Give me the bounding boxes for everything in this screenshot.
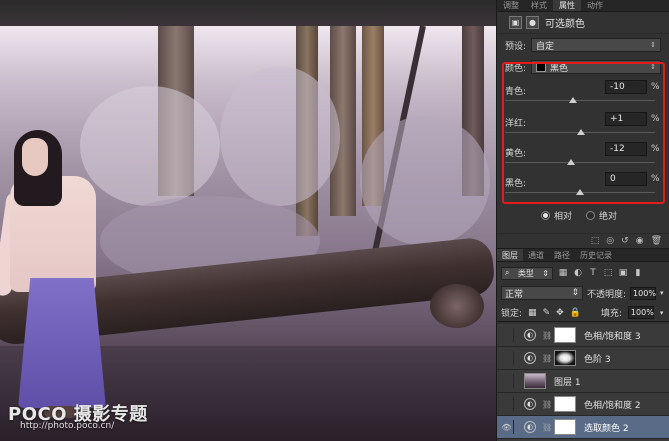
eye-icon[interactable]: 👁 xyxy=(500,420,514,434)
preset-row: 预设: 自定 ⇕ xyxy=(497,34,669,56)
watermark-url: http://photo.poco.cn/ xyxy=(20,421,115,431)
type-filter-icon[interactable]: T xyxy=(588,268,598,278)
layer-row[interactable]: ◐ ⛓ 色相/饱和度 3 xyxy=(497,324,669,347)
trash-icon[interactable]: 🗑 xyxy=(651,236,662,246)
eye-icon[interactable] xyxy=(500,351,514,365)
layer-filter-row: ⌕ 类型 ⇕ ▦ ◐ T ⬚ ▣ ▮ xyxy=(497,264,669,282)
canvas-top-strip xyxy=(0,0,496,26)
chevron-down-icon[interactable]: ▾ xyxy=(660,309,664,317)
blend-row: 正常 ⇕ 不透明度: 100% ▾ xyxy=(497,284,669,302)
reset-icon[interactable]: ↺ xyxy=(621,236,629,246)
opacity-input[interactable]: 100% xyxy=(630,286,657,300)
radio-relative[interactable]: 相对 xyxy=(541,209,572,222)
tab-paths[interactable]: 路径 xyxy=(549,249,575,261)
layer-row[interactable]: ◐ ⛓ 色相/饱和度 2 xyxy=(497,393,669,416)
layer-name: 选取颜色 2 xyxy=(584,423,629,434)
radio-dot xyxy=(541,211,550,220)
preset-label: 预设: xyxy=(505,41,527,52)
document-canvas[interactable]: POCO 摄影专题 http://photo.poco.cn/ xyxy=(0,0,496,441)
foliage xyxy=(80,86,220,206)
lock-transparent-icon[interactable]: ▦ xyxy=(528,308,537,318)
link-icon[interactable]: ⛓ xyxy=(542,400,552,409)
chevron-down-icon[interactable]: ▾ xyxy=(660,289,664,297)
preset-value: 自定 xyxy=(536,41,555,52)
girl-face xyxy=(22,138,48,176)
eye-icon[interactable] xyxy=(500,397,514,411)
adjustment-filter-icon[interactable]: ◐ xyxy=(573,268,583,278)
layer-row[interactable]: ◐ ⛓ 色阶 3 xyxy=(497,347,669,370)
properties-toolbar: ⬚ ◎ ↺ ◉ 🗑 xyxy=(497,233,669,247)
shape-filter-icon[interactable]: ⬚ xyxy=(603,268,613,278)
radio-absolute-label: 绝对 xyxy=(599,212,618,222)
tab-adjustments[interactable]: 调整 xyxy=(497,0,525,11)
radio-absolute[interactable]: 绝对 xyxy=(586,209,617,222)
adjustment-layer-icon: ◐ xyxy=(524,329,536,341)
properties-header: ▣ ● 可选颜色 xyxy=(497,12,669,34)
chevron-updown-icon: ⇕ xyxy=(650,41,656,49)
forest-photo xyxy=(0,26,496,441)
eye-icon[interactable] xyxy=(500,374,514,388)
fill-input[interactable]: 100% xyxy=(627,306,654,319)
layer-mask-thumbnail[interactable] xyxy=(554,419,576,435)
chevron-down-icon: ⇕ xyxy=(571,288,579,298)
search-icon: ⌕ xyxy=(505,268,510,277)
visibility-icon[interactable]: ◉ xyxy=(636,236,644,246)
tab-properties[interactable]: 属性 xyxy=(553,0,581,11)
layer-thumbnail xyxy=(524,373,546,389)
lock-label: 锁定: xyxy=(501,309,523,319)
filter-toggle-icon[interactable]: ▮ xyxy=(633,268,643,278)
mask-icon[interactable]: ● xyxy=(526,16,539,29)
layer-name: 色相/饱和度 3 xyxy=(584,331,641,342)
girl-skirt xyxy=(18,278,106,408)
link-icon[interactable]: ⛓ xyxy=(542,354,552,363)
filter-value: 类型 xyxy=(517,268,534,278)
eye-icon[interactable] xyxy=(500,328,514,342)
tab-actions[interactable]: 动作 xyxy=(581,0,609,11)
layer-mask-thumbnail[interactable] xyxy=(554,396,576,412)
lock-all-icon[interactable]: 🔒 xyxy=(570,308,581,318)
layer-name: 色相/饱和度 2 xyxy=(584,400,641,411)
mode-radio-group: 相对 绝对 xyxy=(541,209,617,222)
log-end xyxy=(430,284,484,328)
layer-name: 图层 1 xyxy=(554,377,581,388)
radio-relative-label: 相对 xyxy=(554,212,573,222)
adjustment-layer-icon: ◐ xyxy=(524,352,536,364)
lock-position-icon[interactable]: ✥ xyxy=(556,308,564,318)
layer-filter-dropdown[interactable]: ⌕ 类型 ⇕ xyxy=(501,266,553,280)
adjustment-layer-icon: ◐ xyxy=(524,398,536,410)
smart-object-filter-icon[interactable]: ▣ xyxy=(618,268,628,278)
chevron-down-icon: ⇕ xyxy=(542,268,549,278)
adjustment-layer-icon: ◐ xyxy=(524,421,536,433)
clip-to-layer-icon[interactable]: ⬚ xyxy=(591,236,600,246)
layer-mask-thumbnail[interactable] xyxy=(554,327,576,343)
view-previous-icon[interactable]: ◎ xyxy=(606,236,614,246)
selective-color-icon: ▣ xyxy=(509,16,522,29)
layer-row[interactable]: 图层 1 xyxy=(497,370,669,393)
tab-history[interactable]: 历史记录 xyxy=(575,249,617,261)
layer-name: 色阶 3 xyxy=(584,354,611,365)
lock-image-icon[interactable]: ✎ xyxy=(543,308,551,318)
layers-list: ◐ ⛓ 色相/饱和度 3 ◐ ⛓ 色阶 3 图层 1 ◐ ⛓ 色相/饱和度 2 👁 ◐ ⛓ 选取颜色 2👁… xyxy=(497,324,669,441)
foliage xyxy=(360,116,490,246)
link-icon[interactable]: ⛓ xyxy=(542,331,552,340)
layers-tabs: 图层 通道 路径 历史记录 xyxy=(497,248,669,262)
foliage xyxy=(220,66,340,206)
fill-label: 填充: xyxy=(600,309,622,319)
blend-mode-value: 正常 xyxy=(505,289,524,300)
radio-dot xyxy=(586,211,596,220)
blend-mode-dropdown[interactable]: 正常 ⇕ xyxy=(501,286,583,300)
opacity-label: 不透明度: xyxy=(587,289,627,300)
layer-mask-thumbnail[interactable] xyxy=(554,350,576,366)
properties-title: 可选颜色 xyxy=(545,19,585,30)
tab-channels[interactable]: 通道 xyxy=(523,249,549,261)
pixel-filter-icon[interactable]: ▦ xyxy=(558,268,568,278)
layer-row[interactable]: 👁 ◐ ⛓ 选取颜色 2 xyxy=(497,416,669,439)
lock-row: 锁定: ▦ ✎ ✥ 🔒 填充: 100% ▾ xyxy=(497,304,669,322)
panel-tabs: 调整 样式 属性 动作 xyxy=(497,0,669,12)
link-icon[interactable]: ⛓ xyxy=(542,423,552,432)
tab-styles[interactable]: 样式 xyxy=(525,0,553,11)
highlight-box xyxy=(502,62,665,204)
tab-layers[interactable]: 图层 xyxy=(497,249,523,261)
preset-dropdown[interactable]: 自定 ⇕ xyxy=(531,38,661,52)
